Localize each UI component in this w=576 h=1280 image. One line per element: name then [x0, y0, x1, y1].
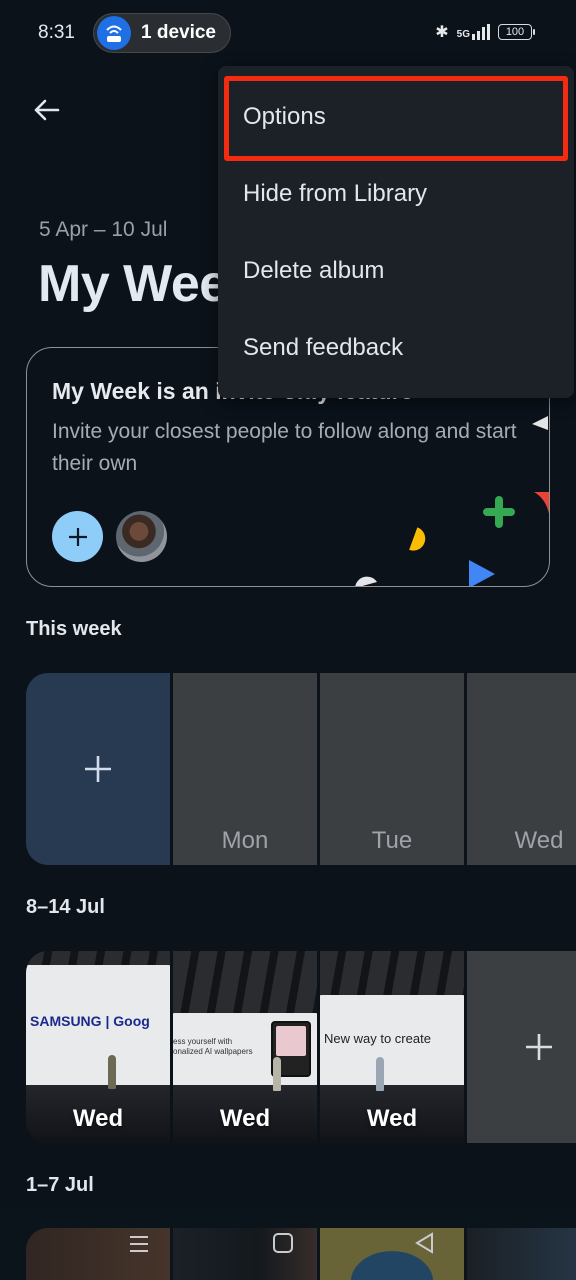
add-photo-tile[interactable]	[467, 951, 576, 1143]
clock: 8:31	[38, 22, 75, 43]
section-title-1-7-jul: 1–7 Jul	[26, 1174, 94, 1196]
plus-icon	[526, 1034, 552, 1060]
recent-apps-icon[interactable]	[128, 1234, 150, 1254]
screen-text: SAMSUNG | Goog	[30, 1013, 150, 1029]
invite-add-button[interactable]	[52, 511, 103, 562]
confetti-triangle-icon	[532, 416, 548, 430]
screen-text: New way to create	[324, 1031, 431, 1046]
week-strip-8-14-jul: SAMSUNG | Goog Wed ess yourself with ona…	[26, 951, 576, 1143]
screen-text: ess yourself with onalized AI wallpapers	[173, 1037, 253, 1056]
photo-tile[interactable]: New way to create Wed	[320, 951, 464, 1143]
day-tile[interactable]: Mon	[173, 673, 317, 865]
status-icons: ✱ 5G 100	[435, 22, 535, 42]
section-title-this-week: This week	[26, 618, 122, 640]
hotspot-label: 1 device	[141, 22, 216, 43]
stage-screen: SAMSUNG | Goog	[26, 965, 170, 1087]
this-week-strip: Mon Tue Wed	[26, 673, 576, 865]
stage-screen: ess yourself with onalized AI wallpapers	[173, 1013, 317, 1089]
status-bar: 8:31 1 device ✱ 5G 100	[0, 0, 576, 66]
speaker-figure	[273, 1057, 281, 1091]
menu-item-send-feedback[interactable]: Send feedback	[218, 309, 574, 386]
stage-screen: New way to create	[320, 995, 464, 1089]
confetti-semicircle-icon	[355, 576, 377, 586]
day-label: Tue	[371, 827, 413, 854]
confetti-arc-icon	[534, 492, 549, 514]
battery-level: 100	[505, 26, 525, 38]
speaker-figure	[376, 1057, 384, 1091]
day-label: Mon	[221, 827, 269, 854]
album-date-range: 5 Apr – 10 Jul	[39, 218, 168, 241]
photo-tile[interactable]: ess yourself with onalized AI wallpapers…	[173, 951, 317, 1143]
confetti-cross-icon	[483, 496, 515, 528]
home-icon[interactable]	[272, 1232, 294, 1254]
day-tile[interactable]: Wed	[467, 673, 576, 865]
arrow-left-icon	[34, 99, 60, 121]
hotspot-chip[interactable]: 1 device	[93, 13, 231, 53]
system-nav-bar	[0, 1208, 576, 1280]
member-avatar[interactable]	[116, 511, 167, 562]
invite-description: Invite your closest people to follow alo…	[52, 420, 517, 475]
section-title-8-14-jul: 8–14 Jul	[26, 896, 105, 918]
overflow-menu: Options Hide from Library Delete album S…	[218, 66, 574, 398]
menu-item-delete-album[interactable]: Delete album	[218, 232, 574, 309]
battery-icon: 100	[498, 24, 535, 40]
plus-icon	[85, 756, 111, 782]
confetti-half-circle-icon	[409, 527, 426, 551]
signal-icon: 5G	[457, 24, 490, 40]
back-button[interactable]	[28, 92, 64, 128]
confetti-play-icon	[469, 560, 495, 586]
menu-item-options[interactable]: Options	[218, 78, 574, 155]
network-type: 5G	[456, 29, 470, 40]
day-label: Wed	[219, 1105, 271, 1132]
speaker-figure	[108, 1055, 116, 1089]
hotspot-icon	[97, 16, 131, 50]
menu-item-hide-from-library[interactable]: Hide from Library	[218, 155, 574, 232]
bluetooth-icon: ✱	[435, 24, 449, 41]
back-nav-icon[interactable]	[414, 1232, 434, 1254]
day-label: Wed	[366, 1105, 418, 1132]
day-label: Wed	[514, 827, 564, 854]
add-day-tile[interactable]	[26, 673, 170, 865]
plus-icon	[68, 527, 87, 546]
day-tile[interactable]: Tue	[320, 673, 464, 865]
photo-tile[interactable]: SAMSUNG | Goog Wed	[26, 951, 170, 1143]
day-label: Wed	[72, 1105, 124, 1132]
